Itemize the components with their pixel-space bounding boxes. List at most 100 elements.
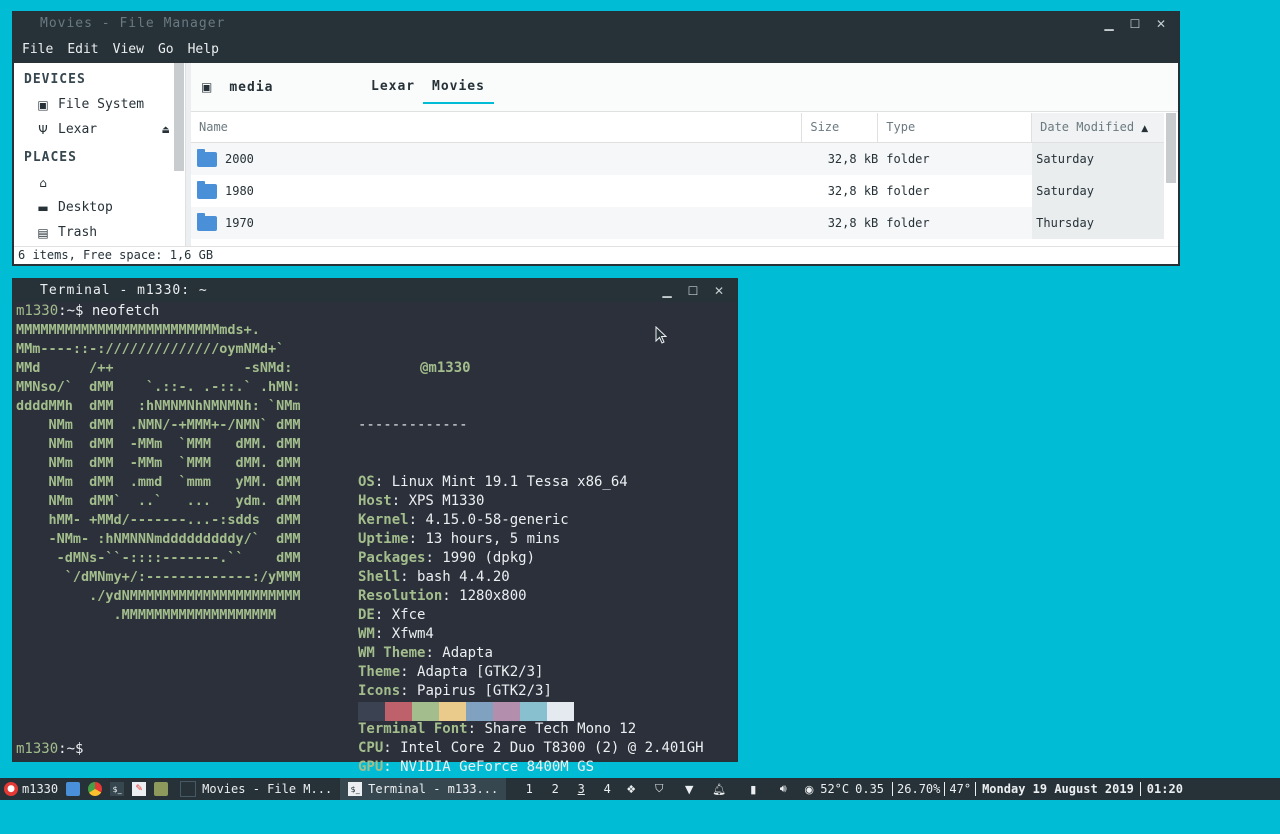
- column-date-label: Date Modified: [1040, 120, 1135, 134]
- sensors-plugin[interactable]: ◉ 52°C 0.35: [798, 778, 888, 800]
- info-row: DE: Xfce: [358, 607, 426, 623]
- info-key: GPU: [358, 759, 384, 775]
- info-value: XPS M1330: [408, 493, 485, 509]
- launcher-archive[interactable]: [150, 778, 172, 800]
- date-label[interactable]: Monday 19 August 2019: [980, 778, 1136, 800]
- clock-label[interactable]: 01:20: [1145, 778, 1185, 800]
- sidebar-item-trash[interactable]: ▤ Trash: [14, 220, 185, 245]
- menu-file[interactable]: File: [22, 42, 53, 57]
- battery-tray[interactable]: ▮: [742, 778, 764, 800]
- prompt-suffix: :~$: [58, 303, 84, 319]
- dropbox-tray[interactable]: ❖: [620, 778, 642, 800]
- distro-logo: MMMMMMMMMMMMMMMMMMMMMMMMMmds+. MMm----::…: [16, 322, 301, 623]
- task-terminal[interactable]: $_ Terminal - m133...: [340, 778, 507, 800]
- info-value: Adapta [GTK2/3]: [417, 664, 544, 680]
- terminal-window: Terminal - m1330: ~ ▁ ☐ ✕ m1330:~$ neofe…: [12, 278, 738, 794]
- minimize-icon[interactable]: ▁: [656, 280, 678, 302]
- breadcrumb-movies[interactable]: Movies: [423, 79, 494, 104]
- cell-name: 2000: [191, 143, 802, 175]
- launcher-editor[interactable]: ✎: [128, 778, 150, 800]
- info-row: Theme: Adapta [GTK2/3]: [358, 664, 544, 680]
- column-type[interactable]: Type: [878, 113, 1033, 142]
- panel-username: m1330: [22, 782, 59, 796]
- info-value: Xfwm4: [391, 626, 434, 642]
- cell-size: 32,8 kB: [827, 152, 879, 166]
- color-swatch: [466, 702, 493, 721]
- weather-value[interactable]: 47°: [949, 778, 971, 800]
- pathbar-drive[interactable]: ▣ media: [201, 80, 273, 95]
- notifications-tray[interactable]: 🔔︎: [708, 778, 730, 800]
- sidebar-item-label: Lexar: [58, 122, 98, 137]
- text-editor-icon: ✎: [132, 782, 147, 796]
- fm-statusbar: 6 items, Free space: 1,6 GB: [14, 246, 1178, 264]
- color-swatch: [547, 702, 574, 721]
- network-tray[interactable]: ▼: [678, 778, 700, 800]
- launcher-chrome[interactable]: [84, 778, 106, 800]
- panel-separator: [892, 782, 894, 796]
- terminal-content[interactable]: m1330:~$ neofetch MMMMMMMMMMMMMMMMMMMMMM…: [14, 302, 736, 794]
- table-row[interactable]: 1980 32,8 kB folder Saturday: [191, 175, 1164, 207]
- color-swatch: [412, 702, 439, 721]
- info-key: OS: [358, 474, 375, 490]
- term-titlebar[interactable]: Terminal - m1330: ~ ▁ ☐ ✕: [12, 278, 738, 302]
- security-tray[interactable]: ⛉: [648, 778, 670, 800]
- workspace-4[interactable]: 4: [594, 778, 620, 800]
- main-scrollbar[interactable]: [1166, 113, 1176, 183]
- info-key: Kernel: [358, 512, 409, 528]
- launcher-terminal[interactable]: $_: [106, 778, 128, 800]
- sidebar-item-label: Trash: [58, 225, 98, 240]
- sidebar-item-home[interactable]: ⌂: [14, 170, 185, 195]
- workspace-2[interactable]: 2: [542, 778, 568, 800]
- launcher-files[interactable]: [62, 778, 84, 800]
- menu-go[interactable]: Go: [158, 42, 174, 57]
- volume-tray[interactable]: 🔊︎: [772, 778, 794, 800]
- color-swatch: [439, 702, 466, 721]
- maximize-icon[interactable]: ☐: [1124, 13, 1146, 35]
- info-value: Adapta: [442, 645, 493, 661]
- sidebar-item-lexar[interactable]: Ψ Lexar ⏏: [14, 117, 185, 142]
- task-file-manager[interactable]: Movies - File M...: [172, 778, 340, 800]
- table-row[interactable]: 1970 32,8 kB folder Thursday: [191, 207, 1164, 239]
- workspace-1[interactable]: 1: [516, 778, 542, 800]
- info-row: Kernel: 4.15.0-58-generic: [358, 512, 569, 528]
- fm-titlebar[interactable]: Movies - File Manager ▁ ☐ ✕: [12, 11, 1180, 36]
- cpu-value[interactable]: 26.70%: [897, 778, 940, 800]
- close-icon[interactable]: ✕: [708, 280, 730, 302]
- menu-edit[interactable]: Edit: [67, 42, 98, 57]
- column-size[interactable]: Size: [802, 113, 879, 142]
- column-date-modified[interactable]: Date Modified ▲: [1032, 113, 1164, 142]
- color-swatch: [493, 702, 520, 721]
- breadcrumb-lexar[interactable]: Lexar: [371, 79, 415, 94]
- volume-icon: 🔊︎: [779, 782, 787, 795]
- close-icon[interactable]: ✕: [1150, 13, 1172, 35]
- menu-view[interactable]: View: [113, 42, 144, 57]
- menu-help[interactable]: Help: [188, 42, 219, 57]
- panel-separator: [1139, 782, 1141, 796]
- eject-icon[interactable]: ⏏: [162, 123, 169, 136]
- column-name[interactable]: Name: [191, 113, 803, 142]
- file-name: 1980: [225, 184, 254, 198]
- sidebar-scrollbar[interactable]: [174, 63, 184, 171]
- info-row: CPU: Intel Core 2 Duo T8300 (2) @ 2.401G…: [358, 740, 704, 756]
- whisker-menu-button[interactable]: ● m1330: [0, 778, 62, 800]
- fm-body: DEVICES ▣ File System Ψ Lexar ⏏ PLACES ⌂…: [14, 63, 1178, 264]
- info-key: WM Theme: [358, 645, 426, 661]
- prompt-host: m1330: [16, 303, 59, 319]
- info-value: Papirus [GTK2/3]: [417, 683, 552, 699]
- table-row[interactable]: 2000 32,8 kB folder Saturday: [191, 143, 1164, 175]
- info-row: OS: Linux Mint 19.1 Tessa x86_64: [358, 474, 628, 490]
- sidebar-item-desktop[interactable]: ▬ Desktop: [14, 195, 185, 220]
- info-divider: -------------: [358, 417, 468, 433]
- temperature-value: 52°C: [820, 782, 850, 796]
- info-key: Uptime: [358, 531, 409, 547]
- maximize-icon[interactable]: ☐: [682, 280, 704, 302]
- info-row: WM: Xfwm4: [358, 626, 434, 642]
- workspace-3[interactable]: 3: [568, 778, 594, 800]
- info-key: Theme: [358, 664, 401, 680]
- folder-icon: [180, 781, 197, 797]
- info-row: Packages: 1990 (dpkg): [358, 550, 536, 566]
- info-key: Shell: [358, 569, 401, 585]
- sidebar-item-filesystem[interactable]: ▣ File System: [14, 92, 185, 117]
- minimize-icon[interactable]: ▁: [1098, 13, 1120, 35]
- folder-icon: [197, 180, 217, 199]
